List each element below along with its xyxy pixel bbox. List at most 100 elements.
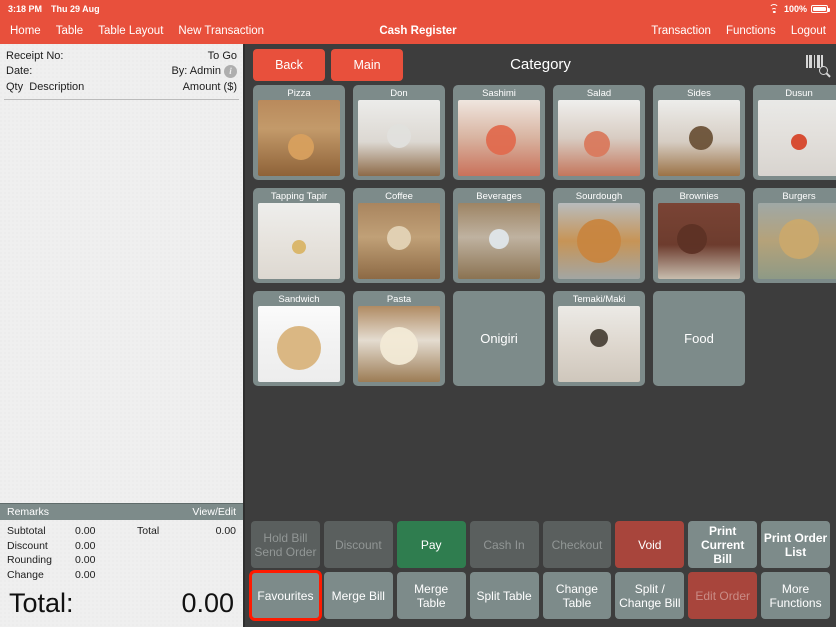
category-tile-food[interactable]: Food — [653, 291, 745, 386]
status-date: Thu 29 Aug — [51, 4, 100, 14]
action-row-secondary: Favourites Merge Bill Merge Table Split Tab… — [249, 570, 830, 621]
receipt-items-list[interactable] — [0, 100, 243, 503]
action-button-merge-table[interactable]: Merge Table — [396, 572, 466, 619]
category-tile-label: Onigiri — [480, 330, 518, 346]
totals-row-rounding: Rounding 0.00 — [7, 553, 236, 568]
nav-item-new-transaction[interactable]: New Transaction — [178, 25, 264, 37]
status-bar: 3:18 PM Thu 29 Aug 100% — [0, 0, 836, 18]
brownies-photo — [658, 203, 740, 279]
barcode-search-icon[interactable] — [806, 54, 828, 75]
category-tile-don[interactable]: Don — [353, 85, 445, 180]
category-tile-burgers[interactable]: Burgers — [753, 188, 836, 283]
category-tile-label: Sandwich — [278, 294, 320, 305]
column-description: Description — [29, 81, 85, 93]
category-tile-sashimi[interactable]: Sashimi — [453, 85, 545, 180]
category-row: Pizza Don Sashimi Salad Sides Dusun — [253, 85, 836, 180]
category-tile-pizza[interactable]: Pizza — [253, 85, 345, 180]
totals-row-subtotal: Subtotal 0.00 Total 0.00 — [7, 524, 236, 539]
total-side-value: 0.00 — [215, 525, 236, 537]
main-button[interactable]: Main — [331, 48, 403, 81]
category-tile-beverages[interactable]: Beverages — [453, 188, 545, 283]
action-button-change-table[interactable]: Change Table — [542, 572, 612, 619]
totals-section: Subtotal 0.00 Total 0.00 Discount 0.00 R… — [0, 520, 243, 584]
category-tile-label: Beverages — [476, 191, 522, 202]
nav-item-transaction[interactable]: Transaction — [651, 25, 711, 37]
discount-value: 0.00 — [75, 539, 96, 552]
action-button-favourites[interactable]: Favourites — [249, 570, 322, 621]
battery-percent: 100% — [783, 4, 807, 14]
action-button-print-order-list[interactable]: Print Order List — [761, 521, 830, 568]
action-button-discount[interactable]: Discount — [323, 521, 393, 568]
change-label: Change — [7, 568, 44, 581]
category-tile-label: Brownies — [679, 191, 719, 202]
category-tile-sandwich[interactable]: Sandwich — [253, 291, 345, 386]
category-tile-label: Sourdough — [575, 191, 623, 202]
category-tile-label: Don — [390, 88, 408, 99]
burger-photo — [758, 203, 836, 279]
remarks-bar[interactable]: Remarks View/Edit — [0, 503, 243, 520]
action-button-hold-bill-send-order[interactable]: Hold Bill Send Order — [251, 521, 320, 568]
nav-item-functions[interactable]: Functions — [726, 25, 776, 37]
sourdough-photo — [558, 203, 640, 279]
subtotal-label: Subtotal — [7, 525, 46, 537]
cash-register-app: 3:18 PM Thu 29 Aug 100% Home Table Table… — [0, 0, 836, 627]
action-button-merge-bill[interactable]: Merge Bill — [323, 572, 393, 619]
donburi-photo — [358, 100, 440, 176]
category-tile-dusun[interactable]: Dusun — [753, 85, 836, 180]
category-tile-temaki-maki[interactable]: Temaki/Maki — [553, 291, 645, 386]
sides-photo — [658, 100, 740, 176]
view-edit-link[interactable]: View/Edit — [192, 506, 236, 518]
grand-total-label: Total: — [9, 588, 74, 618]
pasta-photo — [358, 306, 440, 382]
category-tile-onigiri[interactable]: Onigiri — [453, 291, 545, 386]
nav-item-table-layout[interactable]: Table Layout — [98, 25, 163, 37]
action-button-split-change-bill[interactable]: Split / Change Bill — [615, 572, 685, 619]
change-value: 0.00 — [75, 568, 96, 581]
rounding-value: 0.00 — [75, 554, 96, 566]
action-button-print-current-bill[interactable]: Print Current Bill — [688, 521, 758, 568]
status-time: 3:18 PM — [8, 4, 43, 14]
category-tile-label: Dusun — [785, 88, 813, 99]
category-tile-tapping-tapir[interactable]: Tapping Tapir — [253, 188, 345, 283]
category-tile-label: Temaki/Maki — [572, 294, 626, 305]
nav-item-table[interactable]: Table — [56, 25, 84, 37]
category-grid: Pizza Don Sashimi Salad Sides Dusun Tapping Ta… — [245, 85, 836, 521]
category-tile-sides[interactable]: Sides — [653, 85, 745, 180]
category-row: Tapping Tapir Coffee Beverages Sourdough Bro… — [253, 188, 836, 283]
category-tile-label: Sides — [687, 88, 711, 99]
action-button-void[interactable]: Void — [615, 521, 685, 568]
action-button-split-table[interactable]: Split Table — [469, 572, 539, 619]
nav-item-home[interactable]: Home — [10, 25, 41, 37]
receipt-header: Receipt No: To Go Date: By: Admin i Qty … — [0, 44, 243, 97]
latte-photo — [358, 203, 440, 279]
sashimi-photo — [458, 100, 540, 176]
remarks-label: Remarks — [7, 506, 50, 518]
info-icon[interactable]: i — [224, 65, 237, 78]
category-tile-sourdough[interactable]: Sourdough — [553, 188, 645, 283]
category-tile-brownies[interactable]: Brownies — [653, 188, 745, 283]
grand-total-row: Total: 0.00 — [0, 584, 243, 627]
action-button-more-functions[interactable]: More Functions — [761, 572, 830, 619]
main-body: Receipt No: To Go Date: By: Admin i Qty … — [0, 44, 836, 627]
category-tile-label: Food — [684, 330, 714, 346]
category-row: Sandwich Pasta Onigiri Temaki/Maki Food — [253, 291, 828, 386]
nav-item-logout[interactable]: Logout — [791, 25, 826, 37]
category-tile-salad[interactable]: Salad — [553, 85, 645, 180]
sandwich-photo — [258, 306, 340, 382]
rounding-label: Rounding — [7, 554, 52, 566]
action-row-primary: Hold Bill Send Order Discount Pay Cash In Ch… — [251, 521, 830, 568]
category-tile-coffee[interactable]: Coffee — [353, 188, 445, 283]
action-button-checkout[interactable]: Checkout — [542, 521, 612, 568]
action-button-cash-in[interactable]: Cash In — [469, 521, 539, 568]
category-tile-label: Salad — [586, 88, 612, 99]
category-tile-pasta[interactable]: Pasta — [353, 291, 445, 386]
back-button[interactable]: Back — [253, 48, 325, 81]
nav-bar: Home Table Table Layout New Transaction … — [0, 18, 836, 44]
totals-row-discount: Discount 0.00 — [7, 539, 236, 554]
category-tile-label: Tapping Tapir — [270, 191, 328, 202]
battery-icon — [811, 4, 830, 14]
action-button-edit-order[interactable]: Edit Order — [688, 572, 758, 619]
temaki-photo — [558, 306, 640, 382]
action-button-pay[interactable]: Pay — [396, 521, 466, 568]
iced-drink-photo — [458, 203, 540, 279]
